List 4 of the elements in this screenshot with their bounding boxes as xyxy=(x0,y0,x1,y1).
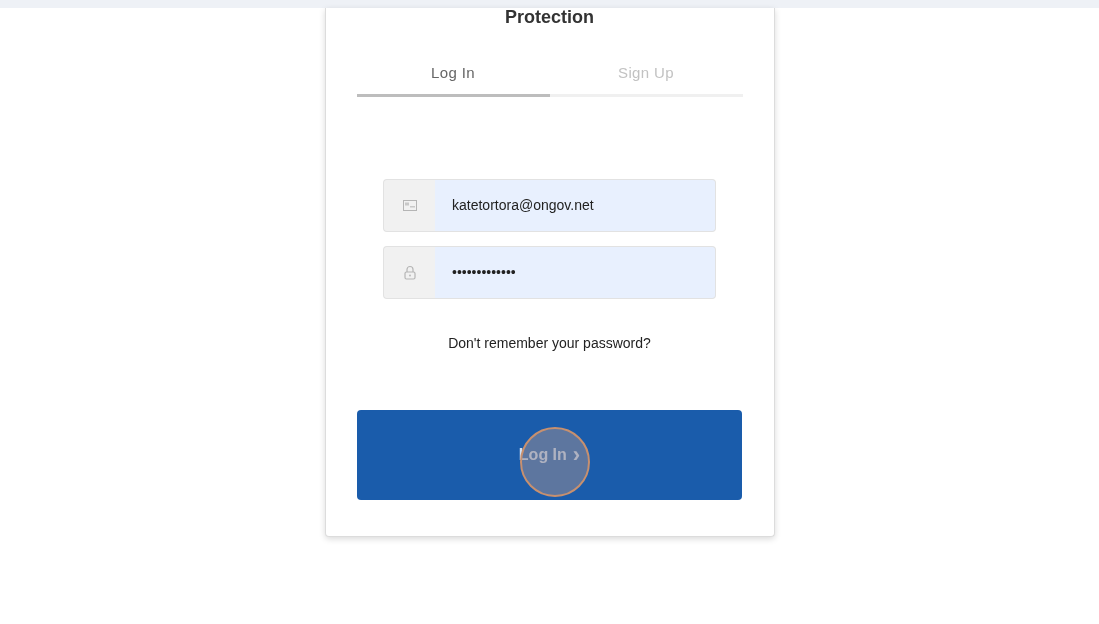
tab[interactable]: Log In xyxy=(356,53,550,97)
card-title: Protection xyxy=(505,8,594,26)
forgot-password-link[interactable]: Don't remember your password? xyxy=(448,333,651,354)
chevron-icon: › xyxy=(572,444,581,466)
